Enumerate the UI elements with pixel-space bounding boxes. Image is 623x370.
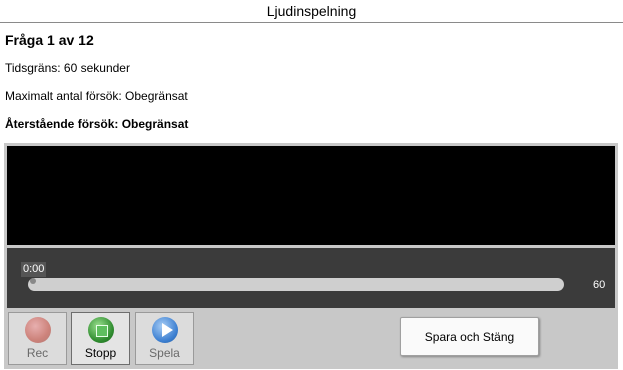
- timeline-bar: 0:00 60: [7, 248, 615, 308]
- play-label: Spela: [149, 346, 180, 360]
- stop-label: Stopp: [84, 346, 117, 360]
- time-limit-text: Tidsgräns: 60 sekunder: [5, 61, 130, 75]
- max-attempts-text: Maximalt antal försök: Obegränsat: [5, 89, 188, 103]
- window-title: Ljudinspelning: [0, 0, 623, 23]
- rec-label: Rec: [26, 346, 49, 360]
- remaining-attempts-text: Återstående försök: Obegränsat: [5, 117, 189, 131]
- audio-recording-window: Ljudinspelning Fråga 1 av 12 Tidsgräns: …: [0, 0, 623, 370]
- save-and-close-button[interactable]: Spara och Stäng: [400, 317, 539, 356]
- record-icon: [24, 317, 51, 343]
- total-time: 60: [593, 279, 606, 291]
- progress-thumb[interactable]: [30, 278, 36, 284]
- recorder-panel: 0:00 60 Rec Stopp Spela Spara och Stäng: [4, 143, 618, 369]
- stop-icon: [87, 317, 114, 343]
- progress-slider[interactable]: [28, 278, 564, 291]
- rec-button[interactable]: Rec: [8, 312, 67, 365]
- media-display: [7, 146, 615, 245]
- play-button[interactable]: Spela: [135, 312, 194, 365]
- question-title: Fråga 1 av 12: [5, 32, 94, 48]
- current-time: 0:00: [21, 262, 47, 277]
- play-icon: [151, 317, 178, 343]
- stop-button[interactable]: Stopp: [71, 312, 130, 365]
